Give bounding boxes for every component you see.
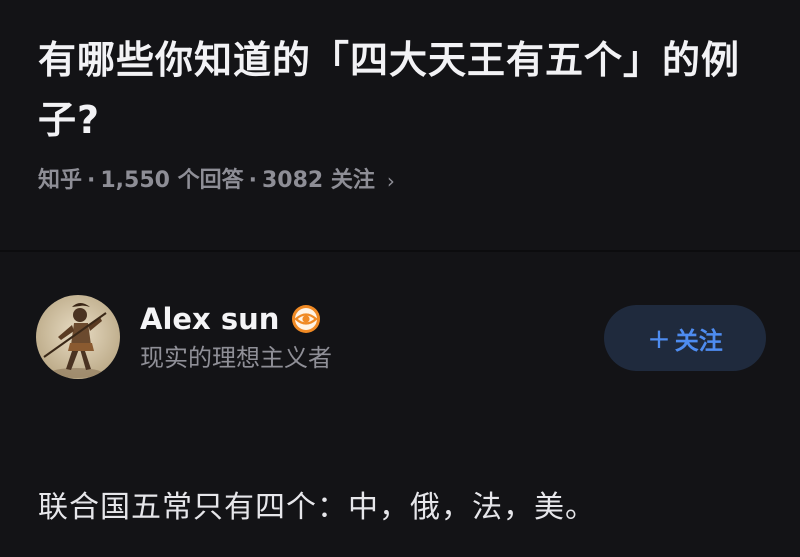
question-header: 有哪些你知道的「四大天王有五个」的例子? 知乎 · 1,550 个回答 · 30… xyxy=(38,30,768,196)
author-bio: 现实的理想主义者 xyxy=(140,344,332,372)
answer-text: 联合国五常只有四个：中，俄，法，美。 xyxy=(38,490,596,525)
warrior-avatar-icon xyxy=(36,295,120,379)
meta-separator: · xyxy=(87,168,96,193)
plus-icon: + xyxy=(647,321,671,355)
author-card: Alex sun 现实的理想主义者 + 关注 xyxy=(36,295,776,385)
zhihu-answer-page: 有哪些你知道的「四大天王有五个」的例子? 知乎 · 1,550 个回答 · 30… xyxy=(0,0,800,557)
avatar[interactable] xyxy=(36,295,120,379)
chevron-right-icon: › xyxy=(386,169,395,193)
author-name-row[interactable]: Alex sun xyxy=(140,299,321,339)
answer-count: 1,550 个回答 xyxy=(100,168,244,193)
question-title[interactable]: 有哪些你知道的「四大天王有五个」的例子? xyxy=(38,30,768,150)
section-divider xyxy=(0,250,800,252)
source-label: 知乎 xyxy=(38,168,83,193)
question-meta[interactable]: 知乎 · 1,550 个回答 · 3082 关注 › xyxy=(38,166,768,196)
follow-button[interactable]: + 关注 xyxy=(604,305,766,371)
meta-separator: · xyxy=(248,168,257,193)
eye-badge-icon xyxy=(292,305,321,333)
follow-button-label: 关注 xyxy=(674,326,723,355)
author-name[interactable]: Alex sun xyxy=(140,299,279,339)
follow-count: 3082 关注 xyxy=(261,168,375,193)
